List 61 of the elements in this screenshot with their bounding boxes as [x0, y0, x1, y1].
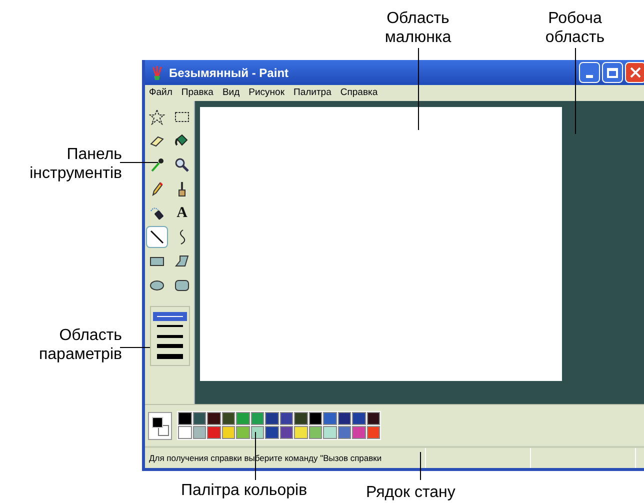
close-button[interactable]: [625, 62, 644, 83]
color-swatch[interactable]: [207, 412, 220, 425]
color-swatch[interactable]: [294, 412, 308, 425]
menu-item[interactable]: Справка: [340, 86, 378, 100]
color-swatch[interactable]: [352, 412, 366, 425]
color-swatch[interactable]: [280, 412, 293, 425]
callout-label: Рядок стану: [366, 483, 456, 502]
color-swatch[interactable]: [265, 426, 278, 439]
color-swatch[interactable]: [236, 412, 250, 425]
color-swatch[interactable]: [207, 426, 220, 439]
paint-app-icon: [151, 66, 163, 80]
color-swatch[interactable]: [178, 426, 192, 439]
color-swatch[interactable]: [250, 426, 264, 439]
color-swatch[interactable]: [338, 426, 351, 439]
color-swatch[interactable]: [250, 412, 264, 425]
maximize-button[interactable]: [602, 62, 623, 83]
color-swatch[interactable]: [265, 412, 278, 425]
color-swatch[interactable]: [178, 412, 192, 425]
color-swatch[interactable]: [352, 426, 366, 439]
color-swatch[interactable]: [366, 412, 380, 425]
color-swatch[interactable]: [323, 426, 336, 439]
spray-can-icon: [149, 205, 165, 221]
rounded-rectangle-icon: [174, 277, 190, 293]
color-swatch[interactable]: [222, 412, 235, 425]
callout-label: Робоча область: [544, 9, 606, 47]
color-swatch[interactable]: [192, 426, 206, 439]
callout-label: Область малюнка: [384, 9, 452, 47]
tool-button[interactable]: A: [171, 202, 193, 224]
magnifier-icon: [174, 157, 190, 173]
color-swatch[interactable]: [294, 426, 308, 439]
leader-line: [420, 452, 421, 480]
leader-line: [255, 432, 256, 480]
color-swatch[interactable]: [192, 412, 206, 425]
tool-button[interactable]: [146, 226, 168, 248]
color-swatch[interactable]: [366, 426, 380, 439]
color-swatch[interactable]: [308, 412, 322, 425]
callout-label: Область параметрів: [38, 326, 122, 364]
star-select-icon: [149, 109, 165, 125]
rectangle-select-icon: [174, 109, 190, 125]
color-swatch[interactable]: [308, 426, 322, 439]
eyedropper-icon: [149, 157, 165, 173]
menu-item[interactable]: Палитра: [293, 86, 332, 100]
color-swatch[interactable]: [236, 426, 250, 439]
window-title: Безымянный - Paint: [169, 64, 289, 82]
callout-label: Палітра кольорів: [181, 481, 308, 500]
leader-line: [120, 347, 150, 348]
menu-item[interactable]: Файл: [149, 86, 172, 100]
color-swatch[interactable]: [280, 426, 293, 439]
color-swatch[interactable]: [222, 426, 235, 439]
menu-item[interactable]: Правка: [181, 86, 214, 100]
menu-item[interactable]: Рисунок: [248, 86, 284, 100]
text-tool-glyph: A: [176, 206, 188, 220]
polygon-icon: [174, 253, 190, 269]
color-swatch[interactable]: [338, 412, 351, 425]
menu-item[interactable]: Вид: [222, 86, 240, 100]
callout-label: Панель інструментів: [28, 145, 122, 183]
leader-line: [120, 162, 158, 163]
close-icon: [630, 67, 641, 78]
minimize-button[interactable]: [579, 62, 600, 83]
line-icon: [149, 229, 165, 245]
color-swatch[interactable]: [323, 412, 336, 425]
